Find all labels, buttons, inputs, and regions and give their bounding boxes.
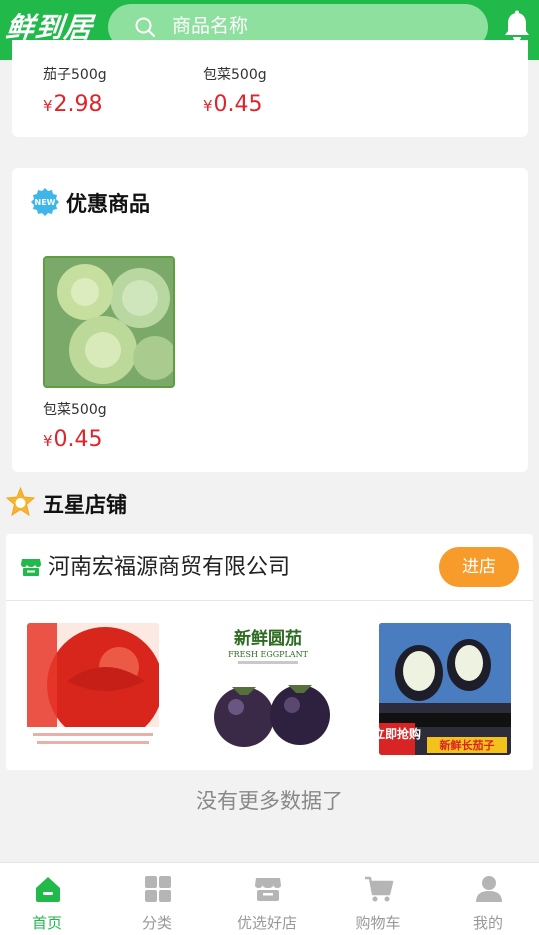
product-name: 包菜500g — [43, 402, 107, 418]
new-badge-icon: NEW — [31, 188, 59, 216]
shop-product-thumbnail[interactable] — [27, 623, 159, 755]
no-more-data-text: 没有更多数据了 — [196, 789, 343, 813]
currency-symbol: ¥ — [43, 432, 53, 450]
tab-label: 购物车 — [355, 914, 401, 932]
promo-subline: FRESH EGGPLANT — [228, 650, 309, 659]
tab-featured-stores[interactable]: 优选好店 — [213, 863, 321, 935]
star-badge-icon — [5, 487, 36, 517]
tomato-photo — [27, 623, 159, 755]
product-price: ¥2.98 — [43, 92, 103, 117]
tab-label: 优选好店 — [236, 914, 297, 932]
product-price: ¥0.45 — [43, 427, 103, 452]
product-name: 包菜500g — [203, 67, 267, 83]
shop-product-thumbnail[interactable]: 新鲜圆茄 FRESH EGGPLANT — [202, 623, 334, 755]
shop-icon — [21, 559, 41, 576]
promo-tag-buy-now: 立即抢购 — [379, 726, 421, 741]
section-title: 五星店铺 — [43, 493, 127, 517]
cabbage-image[interactable] — [43, 256, 175, 388]
promo-tag-fresh-eggplant: 新鲜长茄子 — [440, 738, 495, 752]
promo-headline: 新鲜圆茄 — [234, 628, 302, 649]
long-eggplant-photo: 立即抢购 新鲜长茄子 — [379, 623, 511, 755]
bottom-tab-bar: 首页 分类 优选好店 购物车 我的 — [0, 862, 539, 935]
new-badge-text: NEW — [35, 198, 56, 207]
currency-symbol: ¥ — [43, 97, 53, 115]
home-icon — [36, 877, 60, 902]
notification-bell-icon[interactable] — [502, 10, 532, 44]
category-grid-icon — [145, 876, 171, 902]
round-eggplant-photo: 新鲜圆茄 FRESH EGGPLANT — [202, 623, 334, 755]
tab-cart[interactable]: 购物车 — [324, 863, 432, 935]
shop-product-thumbnail[interactable]: 立即抢购 新鲜长茄子 — [379, 623, 511, 755]
cabbage-photo — [45, 258, 173, 386]
product-name: 茄子500g — [43, 67, 107, 83]
tab-label: 首页 — [31, 914, 62, 932]
price-value: 0.45 — [53, 427, 103, 452]
search-icon — [135, 17, 155, 37]
tab-home[interactable]: 首页 — [0, 863, 101, 935]
section-title: 优惠商品 — [66, 192, 150, 216]
shop-name[interactable]: 河南宏福源商贸有限公司 — [48, 549, 290, 581]
store-icon — [255, 878, 281, 901]
tab-label: 我的 — [472, 914, 503, 932]
promo-products-card: NEW 优惠商品 包菜500g ¥0.45 — [12, 168, 528, 472]
price-value: 2.98 — [53, 92, 103, 117]
recommended-products-card: 茄子500g ¥2.98 包菜500g ¥0.45 — [12, 40, 528, 137]
tab-label: 分类 — [141, 914, 172, 932]
divider — [6, 600, 533, 601]
product-price: ¥0.45 — [203, 92, 263, 117]
tab-category[interactable]: 分类 — [103, 863, 211, 935]
user-icon — [476, 876, 502, 902]
currency-symbol: ¥ — [203, 97, 213, 115]
price-value: 0.45 — [213, 92, 263, 117]
enter-shop-button[interactable]: 进店 — [439, 547, 519, 587]
cart-icon — [365, 876, 394, 902]
shop-card: 河南宏福源商贸有限公司 进店 新鲜圆茄 FRESH EGGPLANT 即抢购 新… — [6, 534, 533, 770]
tab-profile[interactable]: 我的 — [434, 863, 539, 935]
